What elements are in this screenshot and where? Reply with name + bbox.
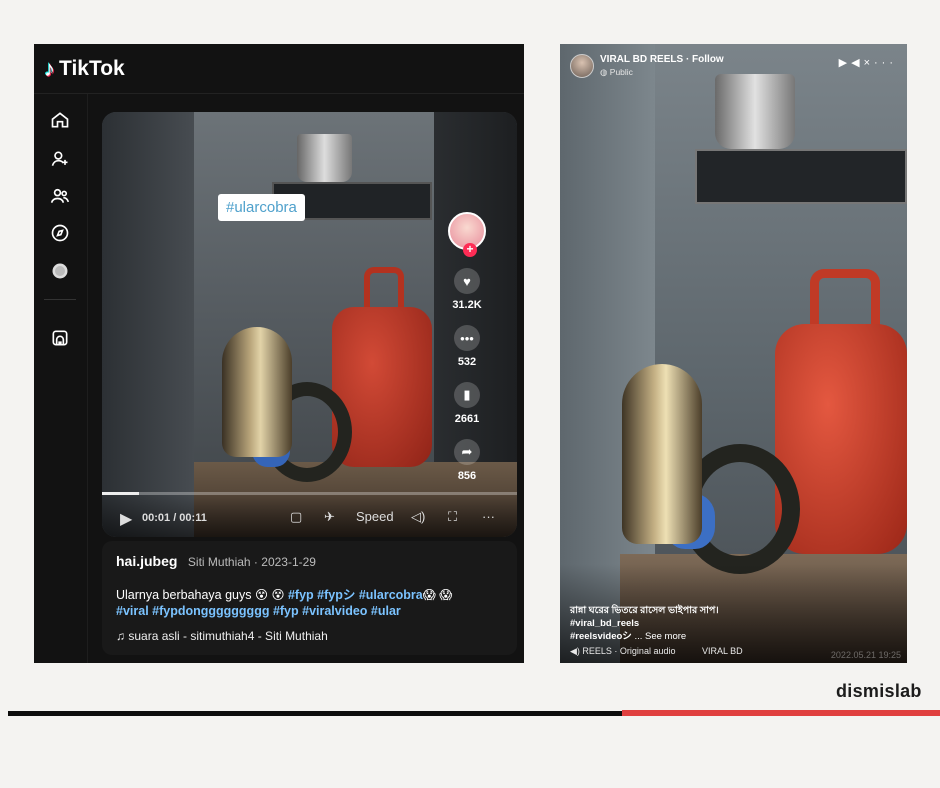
save-count: 2661 (454, 413, 480, 425)
caption-text: Ularnya berbahaya guys 😵 😵 (116, 588, 288, 602)
tiktok-logo[interactable]: ♪ TikTok (44, 57, 125, 81)
globe-icon: ◍ (600, 67, 610, 77)
video-progress-bar[interactable] (102, 492, 517, 495)
reel-hashtag-2[interactable]: #reelsvideoシ (570, 631, 632, 642)
visibility-label: ◍ Public (600, 67, 633, 78)
reel-cobra (622, 364, 702, 544)
page-name-follow[interactable]: VIRAL BD REELS · Follow (600, 54, 724, 65)
comment-count: 532 (457, 356, 477, 368)
audio-source: REELS · Original audio (582, 646, 676, 656)
fullscreen-icon[interactable]: ⛶ (448, 509, 457, 525)
creator-avatar[interactable]: + (448, 212, 486, 257)
music-note-icon: ♫ (116, 629, 129, 643)
see-more-link[interactable]: ... See more (634, 631, 686, 642)
reel-caption-bangla: রান্না ঘরের ভিতরে রাসেল ভাইপার সাপ। (570, 605, 719, 616)
facebook-reel-panel[interactable]: VIRAL BD REELS · Follow ◍ Public ▶◀×··· … (560, 44, 907, 663)
tiktok-caption-card: hai.jubeg Siti Muthiah · 2023-1-29 Ularn… (102, 541, 517, 655)
like-count: 31.2K (452, 299, 482, 311)
footer-bar-black (8, 711, 622, 716)
caption-hashtags-2[interactable]: #viral #fypdonggggggggg #fyp #viralvideo… (116, 604, 401, 618)
play-icon[interactable]: ▶ (839, 57, 851, 69)
tiktok-note-icon: ♪ (44, 55, 55, 81)
video-watermark-date: 2022.05.21 19:25 (830, 650, 901, 660)
sidebar-divider (44, 299, 76, 300)
following-icon[interactable] (48, 147, 72, 171)
creator-username[interactable]: hai.jubeg (116, 553, 177, 569)
more-options-icon[interactable]: ··· (874, 57, 897, 69)
share-count: 856 (457, 470, 477, 482)
caption-line-2: #viral #fypdonggggggggg #fyp #viralvideo… (116, 603, 503, 619)
tiktok-sidebar (34, 94, 88, 663)
visibility-text: Public (609, 67, 633, 77)
hashtag-sticker[interactable]: #ularcobra (218, 194, 305, 221)
video-time: 00:01 / 00:11 (142, 512, 207, 524)
creator-meta: Siti Muthiah · 2023-1-29 (187, 555, 316, 569)
reel-caption: রান্না ঘরের ভিতরে রাসেল ভাইপার সাপ। #vir… (570, 604, 890, 643)
mute-icon[interactable]: ◀× (851, 57, 874, 69)
sound-link[interactable]: ♫ suara asli - sitimuthiah4 - Siti Muthi… (116, 629, 503, 643)
tiktok-panel: ♪ TikTok #ularcobra + ♥ 31.2K ••• 532 ▮ … (34, 44, 524, 663)
home-icon[interactable] (48, 108, 72, 132)
reel-header: VIRAL BD REELS · Follow ◍ Public ▶◀×··· (570, 54, 897, 80)
dismislab-logo: dismislab (836, 681, 922, 701)
share-arrow-icon[interactable]: ➦ (454, 439, 480, 465)
caption-hashtags-1[interactable]: #fyp #fypシ #ularcobra (288, 588, 423, 602)
comment-icon[interactable]: ••• (454, 325, 480, 351)
video-cobra (222, 327, 292, 457)
like-heart-icon[interactable]: ♥ (454, 268, 480, 294)
tiktok-header: ♪ TikTok (34, 44, 524, 94)
play-icon[interactable]: ▶ (120, 509, 132, 529)
pip-icon[interactable]: ▢ (290, 509, 302, 525)
friends-icon[interactable] (48, 184, 72, 208)
bookmark-icon[interactable]: ▮ (454, 382, 480, 408)
profile-icon[interactable] (48, 326, 72, 350)
more-options-icon[interactable]: ··· (482, 509, 495, 524)
video-cylinder-handle (364, 267, 404, 311)
video-pot (297, 134, 352, 182)
no-interrupt-icon[interactable]: ✈ (324, 509, 335, 525)
reel-hashtag-1[interactable]: #viral_bd_reels (570, 618, 639, 629)
tiktok-brand-text: TikTok (59, 56, 125, 80)
caption-line-1: Ularnya berbahaya guys 😵 😵 #fyp #fypシ #u… (116, 587, 503, 603)
tiktok-action-bar: + ♥ 31.2K ••• 532 ▮ 2661 ➦ 856 (447, 212, 487, 482)
video-progress-fill (102, 492, 140, 495)
page-avatar[interactable] (570, 54, 594, 78)
reel-cylinder-handle (810, 269, 880, 329)
explore-icon[interactable] (48, 221, 72, 245)
audio-author: VIRAL BD (701, 646, 743, 656)
sound-label: suara asli - sitimuthiah4 - Siti Muthiah (128, 629, 328, 643)
follow-plus-icon[interactable]: + (463, 243, 477, 257)
live-icon[interactable] (48, 259, 72, 283)
footer-bar-red (622, 710, 940, 716)
reel-stove (695, 149, 907, 204)
audio-icon: ◀) (570, 646, 583, 656)
reel-top-controls: ▶◀×··· (839, 56, 897, 69)
caption-emoji: 😱 😱 (422, 588, 453, 602)
tiktok-video-player[interactable]: #ularcobra + ♥ 31.2K ••• 532 ▮ 2661 ➦ 85… (102, 112, 517, 537)
speed-button[interactable]: Speed (356, 509, 394, 524)
video-scene-left-wall (102, 112, 194, 537)
volume-icon[interactable]: ◁) (411, 509, 425, 525)
reel-pot (715, 74, 795, 149)
